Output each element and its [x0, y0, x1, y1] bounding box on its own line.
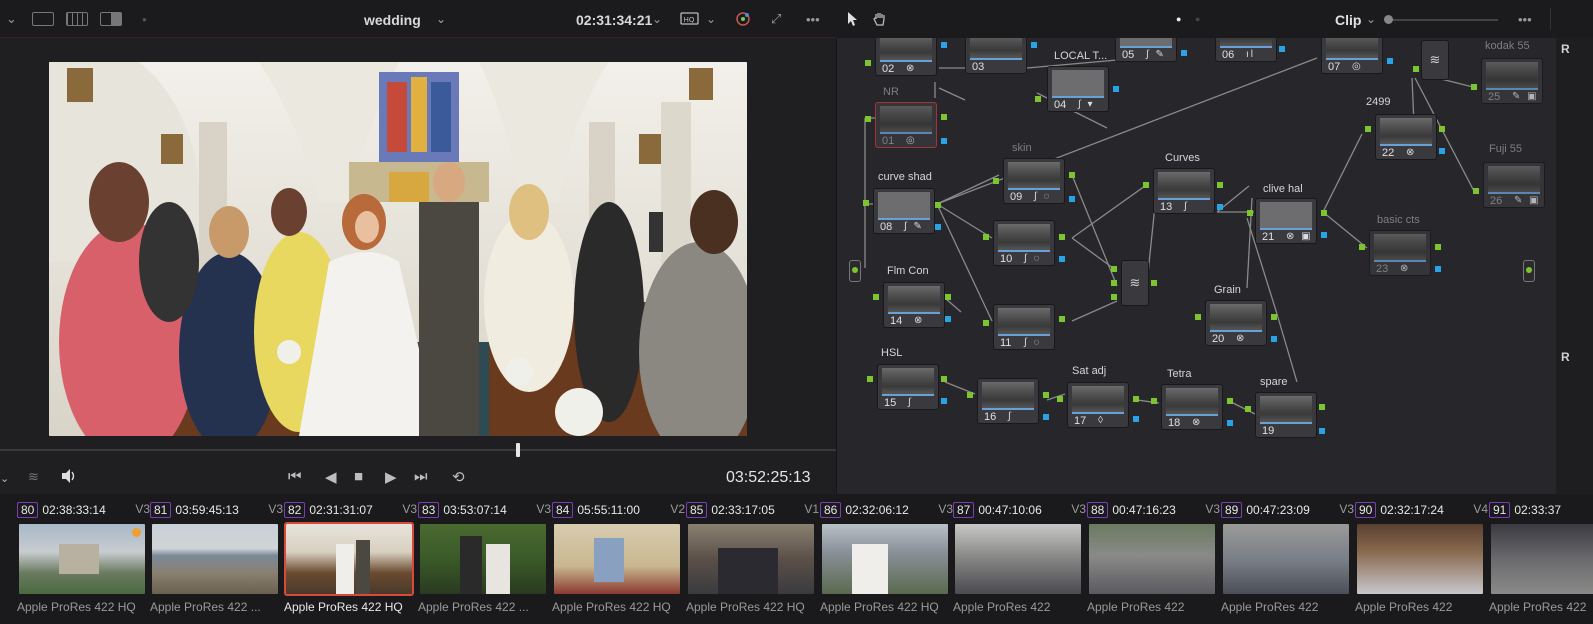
- node-09[interactable]: 09 ∫ ◌: [1003, 158, 1065, 204]
- scrubber-handle[interactable]: [516, 443, 520, 457]
- node-20[interactable]: 20 ⊗: [1205, 300, 1267, 346]
- node-13[interactable]: 13 ∫: [1153, 168, 1215, 214]
- layer-mixer-icon[interactable]: ≋: [1421, 40, 1449, 80]
- hq-display-icon[interactable]: HQ: [680, 9, 702, 29]
- fullscreen-icon[interactable]: ⤢: [771, 9, 781, 29]
- node-03[interactable]: 03: [965, 38, 1027, 74]
- clip-thumbnail[interactable]: 88 00:47:16:23 V3 Apple ProRes 422: [1087, 500, 1220, 620]
- node-19[interactable]: 19: [1255, 392, 1317, 438]
- page-dot-icon[interactable]: ●: [1195, 9, 1200, 29]
- playhead-timecode: 03:52:25:13: [726, 469, 811, 486]
- node-22[interactable]: 22 ⊗: [1375, 114, 1437, 160]
- clip-thumbnail[interactable]: 81 03:59:45:13 V3 Apple ProRes 422 ...: [150, 500, 283, 620]
- zoom-slider-handle[interactable]: [1384, 15, 1393, 24]
- color-picker-icon[interactable]: [733, 9, 753, 29]
- dot-icon: ●: [142, 14, 147, 24]
- source-timecode: 02:31:34:21: [576, 12, 653, 28]
- node-17[interactable]: 17 ◊: [1067, 382, 1129, 428]
- clip-thumbnail-timeline: 80 02:38:33:14 V3 Apple ProRes 422 HQ 81 0…: [0, 494, 1593, 624]
- node-15[interactable]: 15 ∫: [877, 364, 939, 410]
- chevron-down-icon[interactable]: ⌄: [0, 472, 9, 485]
- node-editor-toolbar: ● ● Clip ⌄ •••: [836, 0, 1593, 38]
- chevron-down-icon[interactable]: ⌄: [6, 9, 17, 29]
- clip-title[interactable]: wedding: [364, 12, 421, 28]
- node-04[interactable]: 04 ∫ ▾: [1047, 66, 1109, 112]
- right-panel-label: R: [1561, 350, 1570, 364]
- clip-thumbnail[interactable]: 86 02:32:06:12 V3 Apple ProRes 422 HQ: [820, 500, 953, 620]
- node-11[interactable]: 11 ∫ ◌: [993, 304, 1055, 350]
- clip-thumbnail-selected[interactable]: 82 02:31:31:07 V3 Apple ProRes 422 HQ: [284, 500, 417, 620]
- single-viewer-icon[interactable]: [32, 9, 54, 29]
- node-21[interactable]: 21 ⊗ ▣: [1255, 198, 1317, 244]
- clip-thumbnail[interactable]: 84 05:55:11:00 V2 Apple ProRes 422 HQ: [552, 500, 685, 620]
- node-01[interactable]: 01 ◎: [875, 102, 937, 148]
- node-05[interactable]: 05 ∫ ✎: [1115, 38, 1177, 62]
- clip-thumbnail[interactable]: 90 02:32:17:24 V4 Apple ProRes 422: [1355, 500, 1488, 620]
- node-25[interactable]: 25 ✎ ▣: [1481, 58, 1543, 104]
- right-panel-label: R: [1561, 42, 1570, 56]
- layer-mixer-icon[interactable]: ≋: [1121, 260, 1149, 306]
- clip-thumbnail[interactable]: 85 02:33:17:05 V1 Apple ProRes 422 HQ: [686, 500, 819, 620]
- clip-thumbnail[interactable]: 80 02:38:33:14 V3 Apple ProRes 422 HQ: [17, 500, 150, 620]
- viewer-scrubber[interactable]: [0, 449, 836, 451]
- node-16[interactable]: 16 ∫: [977, 378, 1039, 424]
- transport-controls: ⌄ ≋ ⏮ ◀ ■ ▶ ⏭ ⟲: [0, 460, 836, 494]
- more-options-icon[interactable]: •••: [806, 9, 820, 29]
- more-options-icon[interactable]: •••: [1518, 9, 1532, 29]
- chevron-down-icon[interactable]: ⌄: [706, 9, 716, 29]
- viewer-toolbar: ⌄ ● wedding ⌄ 02:31:34:21 ⌄ HQ ⌄ ⤢ •••: [0, 0, 836, 38]
- split-viewer-icon[interactable]: [100, 9, 122, 29]
- node-02[interactable]: 02 ⊗: [875, 38, 937, 76]
- hand-tool-icon[interactable]: [872, 9, 888, 29]
- layers-icon[interactable]: ≋: [28, 469, 39, 485]
- volume-icon[interactable]: [60, 468, 78, 488]
- clip-thumbnail[interactable]: 89 00:47:23:09 V3 Apple ProRes 422: [1221, 500, 1354, 620]
- zoom-slider[interactable]: [1388, 19, 1498, 21]
- play-icon[interactable]: ▶: [385, 468, 397, 486]
- node-10[interactable]: 10 ∫ ◌: [993, 220, 1055, 266]
- clip-thumbnail[interactable]: 91 02:33:37 Apple ProRes 422: [1489, 500, 1593, 620]
- node-mode-selector[interactable]: Clip: [1335, 12, 1361, 28]
- node-07[interactable]: 07 ◎: [1321, 38, 1383, 74]
- jump-to-last-icon[interactable]: ⏭: [414, 468, 428, 485]
- grid-viewer-icon[interactable]: [66, 9, 88, 29]
- play-reverse-icon[interactable]: ◀: [325, 468, 337, 486]
- clip-thumbnail[interactable]: 83 03:53:07:14 V3 Apple ProRes 422 ...: [418, 500, 551, 620]
- node-graph[interactable]: 02 ⊗ 03 LOCAL T... 04 ∫ ▾ 05 ∫ ✎ 06 ıl 0…: [836, 38, 1593, 494]
- jump-to-first-icon[interactable]: ⏮: [288, 468, 302, 485]
- page-dot-active-icon[interactable]: ●: [1176, 9, 1181, 29]
- node-06[interactable]: 06 ıl: [1215, 38, 1277, 62]
- node-23[interactable]: 23 ⊗: [1369, 230, 1431, 276]
- clip-thumbnail[interactable]: 87 00:47:10:06 V3 Apple ProRes 422: [953, 500, 1086, 620]
- pointer-tool-icon[interactable]: [846, 9, 860, 29]
- chevron-down-icon[interactable]: ⌄: [436, 12, 446, 26]
- loop-icon[interactable]: ⟲: [452, 468, 465, 486]
- stop-icon[interactable]: ■: [354, 468, 363, 485]
- node-14[interactable]: 14 ⊗: [883, 282, 945, 328]
- node-26[interactable]: 26 ✎ ▣: [1483, 162, 1545, 208]
- chevron-down-icon[interactable]: ⌄: [1366, 9, 1376, 29]
- video-frame[interactable]: [49, 62, 747, 436]
- node-08[interactable]: 08 ∫ ✎: [873, 188, 935, 234]
- node-18[interactable]: 18 ⊗: [1161, 384, 1223, 430]
- svg-text:HQ: HQ: [684, 16, 695, 24]
- right-panel: [1556, 38, 1593, 494]
- chevron-down-icon[interactable]: ⌄: [652, 9, 662, 29]
